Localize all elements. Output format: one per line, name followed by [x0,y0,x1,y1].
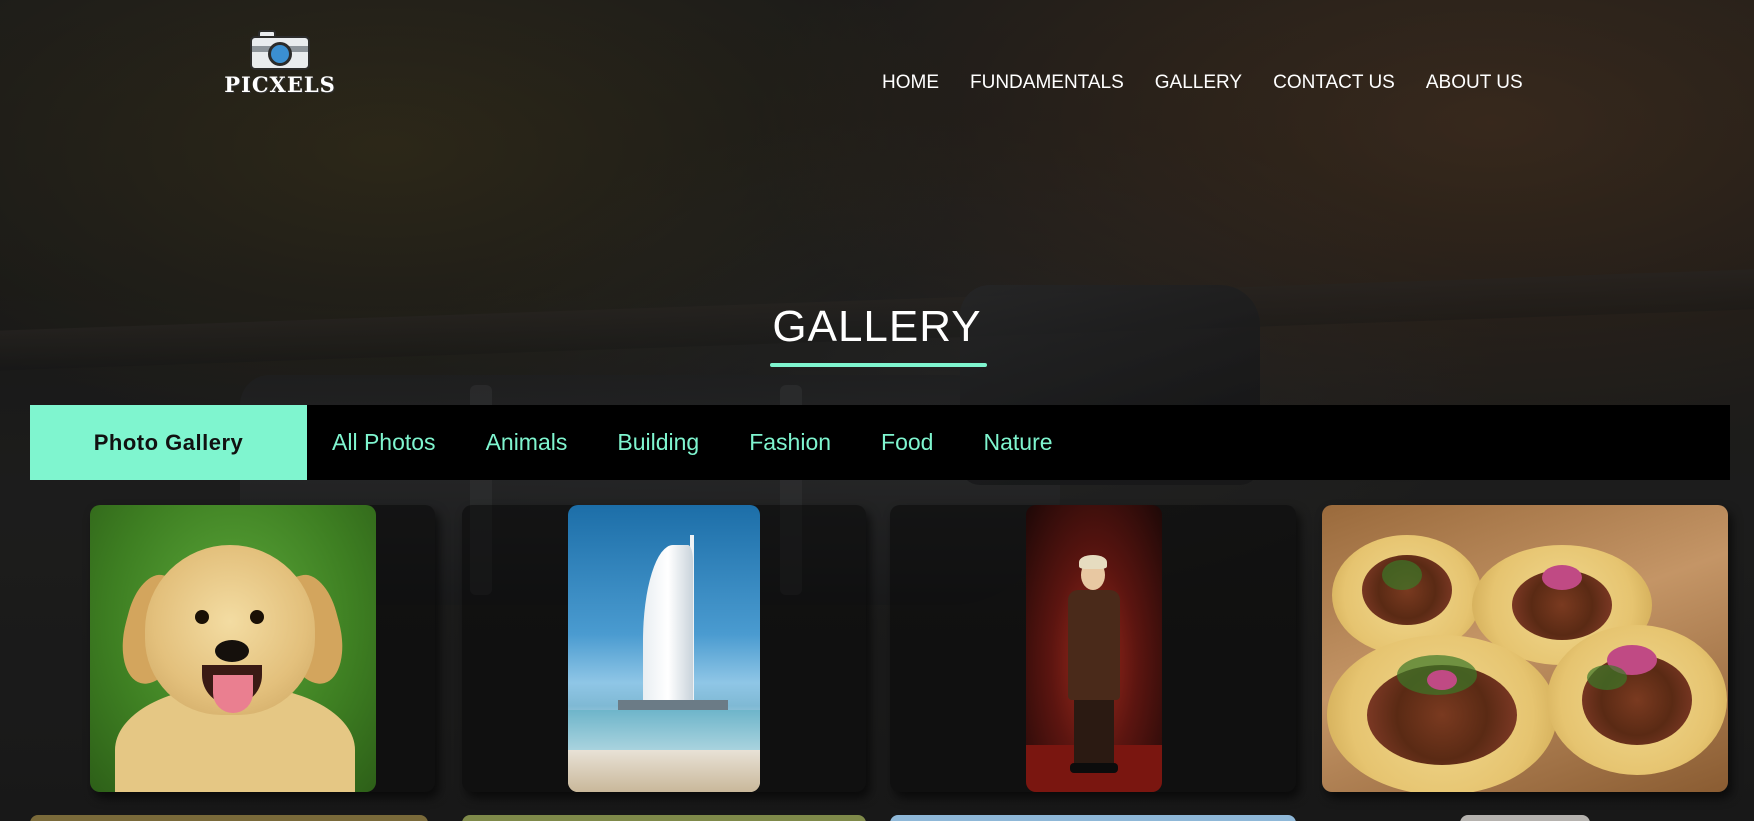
gallery-photo-fashion[interactable] [1026,505,1162,792]
gallery-page: PICXELS HOME FUNDAMENTALS GALLERY CONTAC… [0,0,1754,821]
nav-fundamentals[interactable]: FUNDAMENTALS [970,72,1124,94]
nav-gallery[interactable]: GALLERY [1155,72,1242,94]
gallery-card[interactable] [890,815,1296,821]
nav-about-us[interactable]: ABOUT US [1426,72,1523,94]
filter-photo-gallery[interactable]: Photo Gallery [30,405,307,480]
filter-all-photos[interactable]: All Photos [332,429,436,456]
main-nav: HOME FUNDAMENTALS GALLERY CONTACT US ABO… [882,72,1523,94]
filter-animals[interactable]: Animals [486,429,568,456]
filter-fashion[interactable]: Fashion [749,429,831,456]
gallery-photo-food[interactable] [1322,505,1728,792]
filter-nature[interactable]: Nature [983,429,1052,456]
nav-contact-us[interactable]: CONTACT US [1273,72,1395,94]
gallery-card[interactable] [1460,815,1590,821]
site-logo[interactable]: PICXELS [220,30,340,102]
nav-home[interactable]: HOME [882,72,939,94]
gallery-photo-dog[interactable] [90,505,376,792]
page-title: GALLERY [772,302,982,351]
camera-icon [250,30,310,70]
gallery-photo-building[interactable] [568,505,760,792]
filter-bar: Photo Gallery All Photos Animals Buildin… [30,405,1730,480]
gallery-card[interactable] [462,815,866,821]
filter-category-list: All Photos Animals Building Fashion Food… [332,429,1103,456]
gallery-card[interactable] [30,815,428,821]
page-title-section: GALLERY [0,302,1754,367]
filter-building[interactable]: Building [617,429,699,456]
logo-text: PICXELS [224,72,336,97]
title-underline [770,363,987,367]
filter-food[interactable]: Food [881,429,933,456]
